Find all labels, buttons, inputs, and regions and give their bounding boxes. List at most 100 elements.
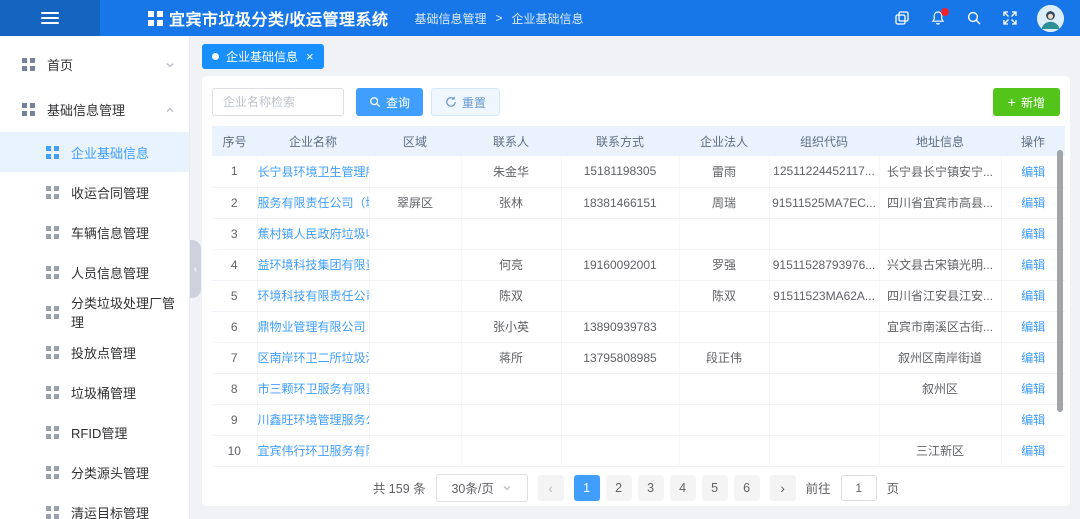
sidebar-item-label: 垃圾桶管理	[71, 383, 136, 402]
edit-link[interactable]: 编辑	[1021, 196, 1045, 210]
table-row: 8市三颗环卫服务有限责任叙州区编辑	[212, 373, 1065, 404]
notification-bell-icon[interactable]	[929, 10, 946, 27]
legal-person-cell: 陈双	[712, 289, 736, 303]
menu-grid-icon	[22, 58, 35, 71]
sidebar-item-label: 分类垃圾处理厂管理	[71, 293, 175, 331]
content-panel: 查询 重置 + 新增 序号企业名	[202, 76, 1070, 506]
breadcrumb-separator: >	[495, 11, 502, 25]
company-name-link[interactable]: 鼎物业管理有限公司（南	[258, 320, 370, 334]
row-number: 5	[231, 289, 238, 303]
table-row: 4益环境科技集团有限责任何亮19160092001罗强9151152879397…	[212, 249, 1065, 280]
edit-link[interactable]: 编辑	[1021, 351, 1045, 365]
column-header: 操作	[1001, 126, 1065, 156]
plus-icon: +	[1008, 95, 1016, 109]
notification-badge-dot	[941, 8, 949, 16]
edit-link[interactable]: 编辑	[1021, 289, 1045, 303]
legal-person-cell: 周瑞	[712, 196, 736, 210]
column-header: 序号	[212, 126, 257, 156]
company-name-link[interactable]: 区南岸环卫二所垃圾清运	[258, 351, 370, 365]
sidebar-item-clearance-target[interactable]: 清运目标管理	[0, 492, 189, 519]
goto-label: 前往	[806, 478, 831, 497]
table-scrollbar[interactable]	[1057, 150, 1063, 412]
table-row: 10宜宾伟行环卫服务有限公司三江新区编辑	[212, 435, 1065, 466]
windows-icon[interactable]	[893, 10, 910, 27]
sidebar-item-rfid[interactable]: RFID管理	[0, 412, 189, 452]
tab-enterprise-base-info[interactable]: 企业基础信息 ×	[202, 44, 324, 69]
sidebar-item-sorting-plant[interactable]: 分类垃圾处理厂管理	[0, 292, 189, 332]
contact-cell: 蒋所	[499, 351, 523, 365]
page-size-select[interactable]: 30条/页	[436, 474, 528, 502]
company-name-link[interactable]: 环境科技有限责任公司江	[258, 289, 370, 303]
pagination: 共 159 条 30条/页 ‹ 123456 › 前往 页	[212, 467, 1060, 509]
page-button-2[interactable]: 2	[606, 475, 632, 501]
tab-active-dot-icon	[212, 53, 219, 60]
page-button-1[interactable]: 1	[574, 475, 600, 501]
sidebar-item-drop-point[interactable]: 投放点管理	[0, 332, 189, 372]
goto-page-input[interactable]	[841, 475, 877, 501]
table-row: 3蕉村镇人民政府垃圾收运编辑	[212, 218, 1065, 249]
page-button-6[interactable]: 6	[734, 475, 760, 501]
sidebar-item-label: 首页	[47, 55, 73, 74]
sidebar-item-label: 企业基础信息	[71, 143, 149, 162]
company-name-link[interactable]: 服务有限责任公司（城乡	[258, 196, 370, 210]
company-name-search-input[interactable]	[212, 88, 344, 116]
row-number: 8	[231, 382, 238, 396]
search-icon[interactable]	[965, 10, 982, 27]
reset-button[interactable]: 重置	[431, 88, 500, 116]
add-button[interactable]: + 新增	[993, 88, 1060, 116]
sidebar-item-personnel-info[interactable]: 人员信息管理	[0, 252, 189, 292]
column-header: 企业法人	[679, 126, 769, 156]
breadcrumb-current: 企业基础信息	[511, 10, 583, 27]
sidebar-item-home[interactable]: 首页	[0, 42, 189, 87]
company-name-link[interactable]: 长宁县环境卫生管理所	[258, 165, 370, 179]
fullscreen-icon[interactable]	[1001, 10, 1018, 27]
company-name-link[interactable]: 市三颗环卫服务有限责任	[258, 382, 370, 396]
edit-link[interactable]: 编辑	[1021, 227, 1045, 241]
row-number: 7	[231, 351, 238, 365]
contact-cell: 何亮	[499, 258, 523, 272]
edit-link[interactable]: 编辑	[1021, 258, 1045, 272]
org-code-cell: 91511525MA7EC...	[772, 196, 876, 210]
header-actions	[893, 5, 1080, 32]
sidebar-item-trash-bin[interactable]: 垃圾桶管理	[0, 372, 189, 412]
query-button[interactable]: 查询	[356, 88, 423, 116]
legal-person-cell: 罗强	[712, 258, 736, 272]
edit-link[interactable]: 编辑	[1021, 444, 1045, 458]
company-name-link[interactable]: 川鑫旺环境管理服务公司	[258, 413, 370, 427]
sidebar-collapse-handle[interactable]: ‹	[190, 240, 201, 298]
page-button-4[interactable]: 4	[670, 475, 696, 501]
sidebar-item-vehicle-info[interactable]: 车辆信息管理	[0, 212, 189, 252]
edit-link[interactable]: 编辑	[1021, 320, 1045, 334]
user-avatar[interactable]	[1037, 5, 1064, 32]
sidebar-item-label: 车辆信息管理	[71, 223, 149, 242]
edit-link[interactable]: 编辑	[1021, 165, 1045, 179]
column-header: 联系人	[461, 126, 561, 156]
edit-link[interactable]: 编辑	[1021, 413, 1045, 427]
column-header: 区域	[369, 126, 461, 156]
company-name-link[interactable]: 蕉村镇人民政府垃圾收运	[258, 227, 370, 241]
sidebar-item-collection-contract[interactable]: 收运合同管理	[0, 172, 189, 212]
tab-close-icon[interactable]: ×	[306, 50, 314, 63]
hamburger-menu-button[interactable]	[0, 0, 100, 36]
row-number: 1	[231, 164, 238, 178]
company-name-link[interactable]: 益环境科技集团有限责任	[258, 258, 370, 272]
toolbar: 查询 重置 + 新增	[212, 88, 1060, 116]
contact-cell: 张小英	[493, 320, 529, 334]
reset-refresh-icon	[445, 96, 457, 108]
sidebar-item-label: 清运目标管理	[71, 503, 149, 519]
next-page-button[interactable]: ›	[770, 475, 796, 501]
column-header: 企业名称	[257, 126, 369, 156]
edit-link[interactable]: 编辑	[1021, 382, 1045, 396]
contact-cell: 张林	[499, 196, 523, 210]
sidebar-item-enterprise-base-info[interactable]: 企业基础信息	[0, 132, 189, 172]
sidebar-item-label: 分类源头管理	[71, 463, 149, 482]
sidebar-item-base-info[interactable]: 基础信息管理	[0, 87, 189, 132]
sidebar-item-sorting-source[interactable]: 分类源头管理	[0, 452, 189, 492]
address-cell: 宜宾市南溪区古街...	[887, 320, 993, 334]
prev-page-button[interactable]: ‹	[538, 475, 564, 501]
company-name-link[interactable]: 宜宾伟行环卫服务有限公司	[258, 444, 370, 458]
page-button-3[interactable]: 3	[638, 475, 664, 501]
breadcrumb: 基础信息管理 > 企业基础信息	[414, 10, 583, 27]
page-button-5[interactable]: 5	[702, 475, 728, 501]
breadcrumb-section[interactable]: 基础信息管理	[414, 10, 486, 27]
